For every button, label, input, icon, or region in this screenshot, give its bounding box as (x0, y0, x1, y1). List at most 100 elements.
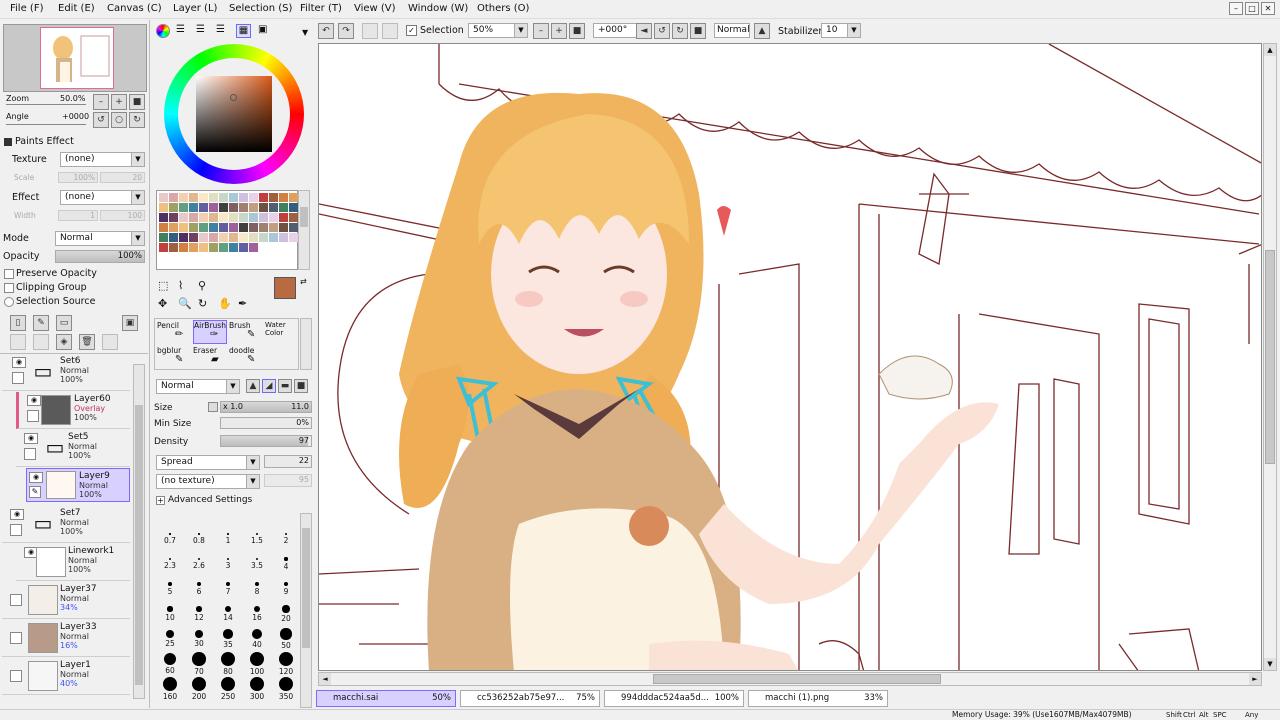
brush-size-preset[interactable]: 12 (185, 602, 213, 630)
effect-select[interactable]: (none) ▼ (60, 190, 145, 205)
color-swatch[interactable] (199, 213, 208, 222)
brush-size-preset[interactable]: 5 (156, 577, 184, 605)
color-mixer-tab-icon[interactable]: ☰ (216, 25, 230, 37)
color-swatch[interactable] (249, 193, 258, 202)
clear-layer-icon[interactable]: ◈ (56, 334, 72, 350)
brush-shape-round-icon[interactable]: ◢ (262, 379, 276, 393)
size-multiplier-icon[interactable] (208, 402, 218, 412)
color-swatch[interactable] (259, 203, 268, 212)
rotate-reset-icon[interactable]: ↺ (654, 23, 670, 39)
texture-strength-slider[interactable]: 95 (264, 474, 312, 487)
spread-slider[interactable]: 22 (264, 455, 312, 468)
color-swatch[interactable] (229, 203, 238, 212)
flip-icon[interactable]: ■ (690, 23, 706, 39)
angle-slider[interactable] (6, 124, 86, 125)
zoom-reset-icon[interactable]: ■ (569, 23, 585, 39)
color-swatch[interactable] (169, 193, 178, 202)
color-swatch[interactable] (279, 233, 288, 242)
color-swatch[interactable] (179, 203, 188, 212)
menu-view[interactable]: View (V) (354, 3, 396, 14)
menu-selection[interactable]: Selection (S) (229, 3, 292, 14)
color-swatch[interactable] (259, 223, 268, 232)
brush-size-preset[interactable]: 350 (272, 677, 300, 705)
new-linework-layer-icon[interactable]: ✎ (33, 315, 49, 331)
layer-row-layer33[interactable]: Layer33 Normal 16% (2, 620, 130, 657)
eye-icon[interactable]: ◉ (10, 509, 24, 520)
color-swatch[interactable] (289, 223, 298, 232)
color-swatch[interactable] (209, 203, 218, 212)
layer-row-set6[interactable]: ◉ ▭ Set6 Normal 100% (2, 354, 130, 391)
file-tab-994dddac[interactable]: 994dddac524aa5d... 100% (604, 690, 744, 707)
rotate-ccw-icon[interactable]: ◄ (636, 23, 652, 39)
brush-size-preset[interactable]: 2.3 (156, 552, 184, 580)
color-swatch[interactable] (219, 203, 228, 212)
selection-checkbox[interactable]: ✓ (406, 25, 417, 36)
brush-size-preset[interactable]: 20 (272, 602, 300, 630)
brush-shape-flat-icon[interactable]: ▬ (278, 379, 292, 393)
density-slider[interactable]: 97 (220, 435, 312, 447)
menu-file[interactable]: File (F) (10, 3, 43, 14)
blend-mode-icon[interactable]: ▲ (754, 23, 770, 39)
color-swatch[interactable] (229, 223, 238, 232)
collapse-icon[interactable] (4, 138, 12, 146)
scratchpad-tab-icon[interactable]: ▣ (258, 25, 272, 37)
zoom-fit-icon[interactable]: ■ (129, 94, 145, 110)
layer-row-linework1[interactable]: ◉ Linework1 Normal 100% (16, 544, 130, 581)
color-swatch[interactable] (289, 213, 298, 222)
brush-size-preset[interactable]: 1 (214, 527, 242, 555)
marquee-select-icon[interactable]: ⬚ (158, 279, 168, 292)
maximize-icon[interactable]: □ (1245, 2, 1259, 15)
layer-scrollbar[interactable] (133, 364, 145, 699)
color-swatch[interactable] (249, 203, 258, 212)
color-swatch[interactable] (159, 203, 168, 212)
color-swatch[interactable] (279, 223, 288, 232)
vertical-scrollbar[interactable]: ▲ ▼ (1263, 43, 1277, 671)
layer-visibility-checkbox[interactable] (10, 670, 22, 682)
zoom-select[interactable]: 50% ▼ (468, 23, 528, 38)
brush-size-preset[interactable]: 0.7 (156, 527, 184, 555)
brush-size-preset[interactable]: 14 (214, 602, 242, 630)
color-swatch[interactable] (189, 193, 198, 202)
airbrush-tool[interactable]: AirBrush ✑ (193, 320, 227, 344)
lock-icon[interactable] (102, 334, 118, 350)
navigator-preview[interactable] (3, 24, 147, 92)
brush-size-preset[interactable]: 80 (214, 652, 242, 680)
menu-window[interactable]: Window (W) (408, 3, 468, 14)
menu-layer[interactable]: Layer (L) (173, 3, 217, 14)
color-swatch[interactable] (199, 243, 208, 252)
zoom-tool-icon[interactable]: 🔍 (178, 297, 192, 310)
color-swatch[interactable] (189, 213, 198, 222)
bgblur-tool[interactable]: bgblur ✎ (157, 346, 191, 368)
color-swatch[interactable] (159, 233, 168, 242)
expand-icon[interactable]: + (156, 496, 165, 505)
layer-select-checkbox[interactable] (12, 372, 24, 384)
brush-texture-select[interactable]: (no texture) ▼ (156, 474, 260, 489)
brush-size-preset[interactable]: 2 (272, 527, 300, 555)
texture-select[interactable]: (none) ▼ (60, 152, 145, 167)
magic-wand-icon[interactable]: ⚲ (198, 279, 206, 292)
brush-size-preset[interactable]: 25 (156, 627, 184, 655)
color-swatch[interactable] (279, 213, 288, 222)
brush-size-preset[interactable]: 120 (272, 652, 300, 680)
eye-icon[interactable]: ◉ (12, 357, 26, 368)
menu-filter[interactable]: Filter (T) (300, 3, 342, 14)
brush-size-preset[interactable]: 200 (185, 677, 213, 705)
color-swatch[interactable] (239, 243, 248, 252)
color-swatch[interactable] (169, 213, 178, 222)
color-swatch[interactable] (239, 203, 248, 212)
rgb-slider-tab-icon[interactable]: ☰ (176, 25, 190, 37)
swatch-grid[interactable] (156, 190, 298, 270)
redo-icon[interactable]: ↷ (338, 23, 354, 39)
brush-size-preset[interactable]: 300 (243, 677, 271, 705)
color-swatch[interactable] (209, 243, 218, 252)
brush-size-preset[interactable]: 16 (243, 602, 271, 630)
color-swatch[interactable] (239, 233, 248, 242)
scale-field[interactable]: 100% (58, 172, 98, 183)
new-folder-icon[interactable]: ▭ (56, 315, 72, 331)
brush-size-preset[interactable]: 70 (185, 652, 213, 680)
stabilizer-select[interactable]: 10 ▼ (821, 23, 861, 38)
rotate-ccw-icon[interactable]: ↺ (93, 112, 109, 128)
color-swatch[interactable] (239, 213, 248, 222)
color-swatch[interactable] (209, 193, 218, 202)
brush-size-preset[interactable]: 8 (243, 577, 271, 605)
